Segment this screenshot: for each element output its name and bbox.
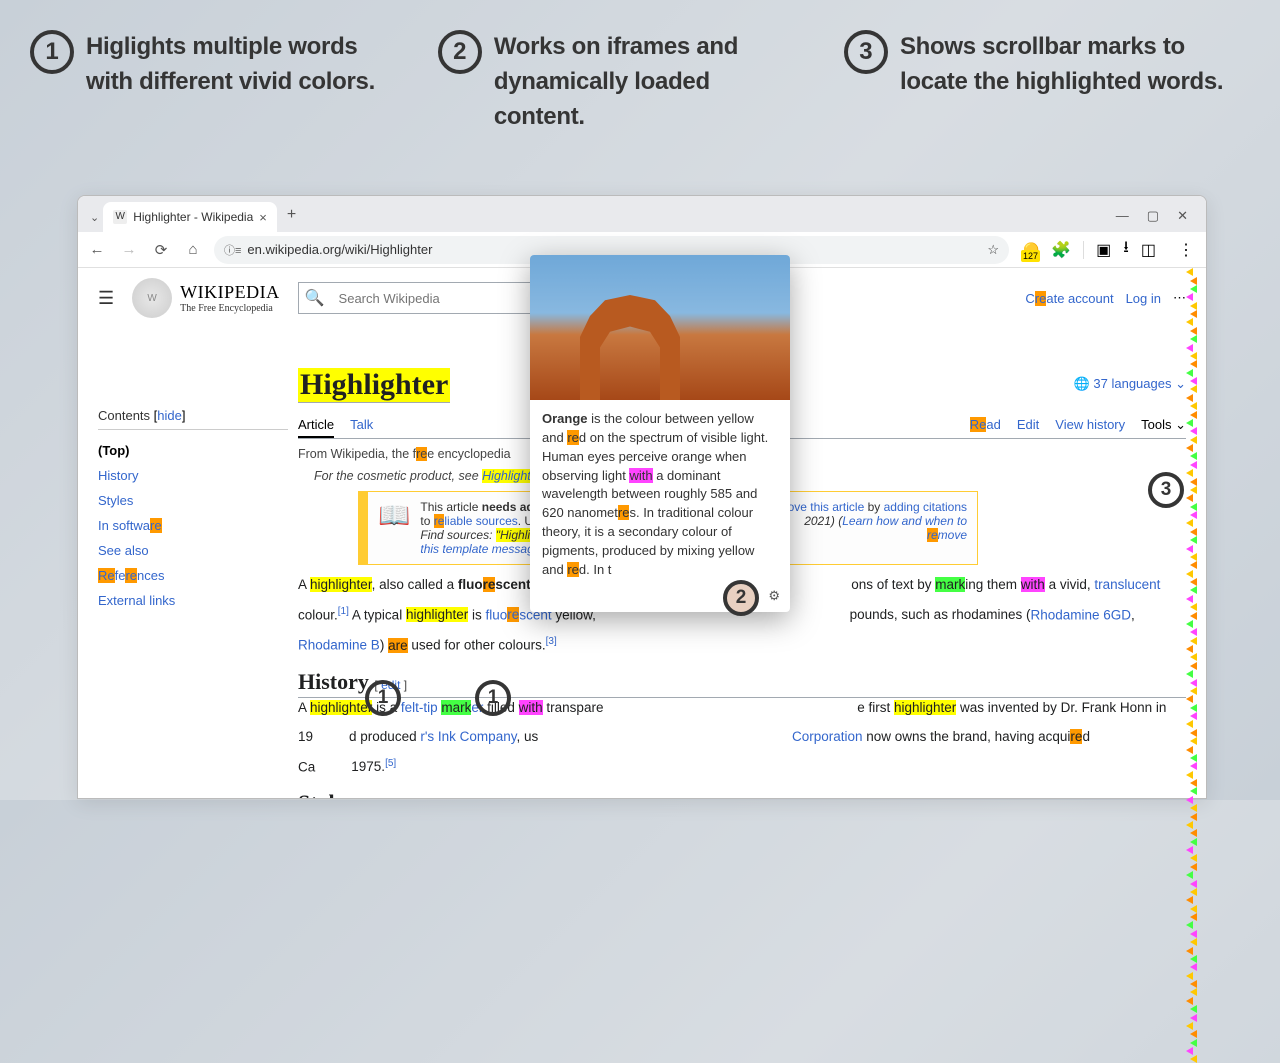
site-info-icon[interactable]: ⓘ≡ xyxy=(224,242,241,258)
menu-icon[interactable]: ⋮ xyxy=(1178,240,1194,260)
article-title: Highlighter xyxy=(298,368,450,403)
login-link[interactable]: Log in xyxy=(1126,291,1161,306)
popup-image xyxy=(530,255,790,400)
maximize-icon[interactable]: ▢ xyxy=(1147,208,1159,224)
close-icon[interactable]: ✕ xyxy=(1177,208,1188,224)
book-icon: 📖 xyxy=(378,500,410,556)
tab-talk[interactable]: Talk xyxy=(350,413,373,436)
browser-tab[interactable]: W Highlighter - Wikipedia × xyxy=(103,202,277,232)
reload-button[interactable]: ⟳ xyxy=(150,241,172,259)
menu-hamburger-icon[interactable]: ☰ xyxy=(98,288,114,309)
toolbar-right: 🟡127 🧩 ▣ ⭳ ◫ ⋮ xyxy=(1019,236,1198,263)
toc-item-references[interactable]: References xyxy=(98,563,298,588)
toc-item-software[interactable]: In software xyxy=(98,513,298,538)
minimize-icon[interactable]: — xyxy=(1116,208,1129,224)
tab-article[interactable]: Article xyxy=(298,413,334,438)
toc-item-styles[interactable]: Styles xyxy=(98,488,298,513)
extensions-button[interactable]: 🧩 xyxy=(1051,240,1071,260)
section-history: History [ edit ] xyxy=(298,669,1186,698)
sidepanel-icon[interactable]: ◫ xyxy=(1141,240,1156,260)
toc-item-seealso[interactable]: See also xyxy=(98,538,298,563)
url-text: en.wikipedia.org/wiki/Highlighter xyxy=(247,242,432,257)
new-tab-button[interactable]: + xyxy=(287,206,296,224)
forward-button[interactable]: → xyxy=(118,241,140,258)
popup-text: Orange is the colour between yellow and … xyxy=(530,400,790,586)
para-2c: Ca1975.[5] xyxy=(298,756,1186,778)
tab-title: Highlighter - Wikipedia xyxy=(133,210,253,224)
tab-close-icon[interactable]: × xyxy=(259,210,267,225)
wikipedia-tagline: The Free Encyclopedia xyxy=(180,303,279,314)
badge-3: 3 xyxy=(844,30,888,74)
back-button[interactable]: ← xyxy=(86,241,108,258)
cast-icon[interactable]: ▣ xyxy=(1096,240,1111,260)
tab-edit[interactable]: Edit xyxy=(1017,413,1039,437)
search-icon: 🔍 xyxy=(299,283,331,313)
link-preview-popup: Orange is the colour between yellow and … xyxy=(530,255,790,612)
divider xyxy=(1083,241,1084,259)
overlay-badge-1b: 1 xyxy=(475,680,511,716)
tab-search-icon[interactable]: ⌄ xyxy=(90,211,99,224)
arch-shape xyxy=(580,295,680,400)
titlebar: ⌄ W Highlighter - Wikipedia × + — ▢ ✕ xyxy=(78,196,1206,232)
overlay-badge-3: 3 xyxy=(1148,472,1184,508)
wikipedia-logo[interactable]: W WIKIPEDIA The Free Encyclopedia xyxy=(132,278,279,318)
toc-title: Contents xyxy=(98,408,150,423)
toc-item-external[interactable]: External links xyxy=(98,588,298,613)
toc-sidebar: Contents [hide] (Top) History Styles In … xyxy=(98,328,298,798)
feature-1-text: Higlights multiple words with different … xyxy=(86,30,398,100)
create-account-link[interactable]: Create account xyxy=(1025,291,1113,306)
feature-3: 3 Shows scrollbar marks to locate the hi… xyxy=(844,30,1240,134)
toc-item-history[interactable]: History xyxy=(98,463,298,488)
section-styles: Styles [ edit ] xyxy=(298,790,1186,798)
overlay-badge-2: 2 xyxy=(723,580,759,616)
globe-icon: W xyxy=(132,278,172,318)
extension-icon[interactable]: 🟡127 xyxy=(1023,242,1039,258)
tab-favicon: W xyxy=(113,210,127,224)
toc-hide-link[interactable]: hide xyxy=(157,408,182,423)
para-1c: Rhodamine B) are used for other colours.… xyxy=(298,634,1186,656)
para-2b: 19d produced r's Ink Company, us Corpora… xyxy=(298,727,1186,748)
badge-2: 2 xyxy=(438,30,482,74)
badge-1: 1 xyxy=(30,30,74,74)
overlay-badge-1a: 1 xyxy=(365,680,401,716)
account-links: Create account Log in ⋯ xyxy=(1025,290,1186,306)
toc-divider xyxy=(98,429,288,430)
feature-1: 1 Higlights multiple words with differen… xyxy=(30,30,398,134)
feature-2: 2 Works on iframes and dynamically loade… xyxy=(438,30,804,134)
para-2: A highlighter is a felt-tip marker fille… xyxy=(298,698,1186,719)
toc-item-top[interactable]: (Top) xyxy=(98,438,298,463)
wikipedia-wordmark: WIKIPEDIA xyxy=(180,282,279,303)
tab-tools[interactable]: Tools ⌄ xyxy=(1141,413,1186,437)
window-controls: — ▢ ✕ xyxy=(1116,208,1198,232)
feature-3-text: Shows scrollbar marks to locate the high… xyxy=(900,30,1240,100)
star-icon[interactable]: ☆ xyxy=(987,242,999,258)
tab-read[interactable]: Read xyxy=(970,413,1001,437)
more-icon[interactable]: ⋯ xyxy=(1173,290,1186,306)
feature-2-text: Works on iframes and dynamically loaded … xyxy=(494,30,804,134)
language-selector[interactable]: 🌐 37 languages ⌄ xyxy=(1074,376,1186,392)
home-button[interactable]: ⌂ xyxy=(182,241,204,258)
extension-count-badge: 127 xyxy=(1021,250,1040,262)
download-icon[interactable]: ⭳ xyxy=(1123,236,1129,263)
feature-row: 1 Higlights multiple words with differen… xyxy=(0,0,1280,154)
tab-history[interactable]: View history xyxy=(1055,413,1125,437)
